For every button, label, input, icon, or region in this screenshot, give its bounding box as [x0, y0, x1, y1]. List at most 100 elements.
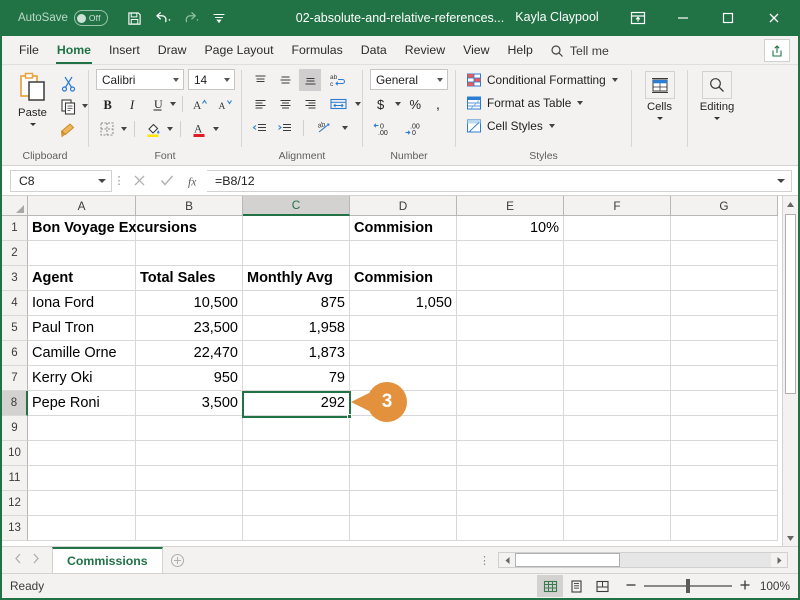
zoom-slider[interactable]	[644, 579, 732, 593]
wrap-text-icon[interactable]: ab c	[324, 69, 352, 91]
cell-d4[interactable]: 1,050	[350, 291, 457, 316]
cell-e12[interactable]	[457, 491, 564, 516]
cell-a7[interactable]: Kerry Oki	[28, 366, 136, 391]
copy-dropdown-caret[interactable]	[82, 104, 88, 108]
cell-e11[interactable]	[457, 466, 564, 491]
minimize-button[interactable]	[660, 0, 705, 36]
cell-c13[interactable]	[243, 516, 350, 541]
accounting-format-icon[interactable]: $	[370, 93, 392, 115]
autosave-toggle[interactable]: AutoSave Off	[18, 10, 108, 26]
cell-g8[interactable]	[671, 391, 778, 416]
cell-b9[interactable]	[136, 416, 243, 441]
zoom-out-icon[interactable]	[625, 579, 637, 594]
row-header-4[interactable]: 4	[2, 291, 28, 316]
formula-input[interactable]: =B8/12	[207, 169, 792, 192]
cell-c12[interactable]	[243, 491, 350, 516]
tab-data[interactable]: Data	[352, 37, 396, 64]
row-header-1[interactable]: 1	[2, 216, 28, 241]
format-as-table-caret[interactable]	[577, 100, 584, 105]
redo-icon[interactable]	[178, 6, 204, 30]
cell-g13[interactable]	[671, 516, 778, 541]
editing-button[interactable]: Editing	[691, 69, 743, 120]
cell-e10[interactable]	[457, 441, 564, 466]
horizontal-scroll-thumb[interactable]	[515, 553, 620, 567]
cell-d1[interactable]: Commision	[350, 216, 457, 241]
row-header-11[interactable]: 11	[2, 466, 28, 491]
orientation-dropdown-caret[interactable]	[342, 126, 348, 130]
cell-d12[interactable]	[350, 491, 457, 516]
cell-f2[interactable]	[564, 241, 671, 266]
undo-icon[interactable]	[150, 6, 176, 30]
copy-icon[interactable]	[57, 95, 79, 117]
column-header-g[interactable]: G	[671, 196, 778, 216]
page-break-view-icon[interactable]	[589, 575, 615, 597]
cell-a10[interactable]	[28, 441, 136, 466]
cell-g5[interactable]	[671, 316, 778, 341]
cell-a4[interactable]: Iona Ford	[28, 291, 136, 316]
name-box[interactable]: C8	[10, 169, 112, 192]
cell-c7[interactable]: 79	[243, 366, 350, 391]
cell-f1[interactable]	[564, 216, 671, 241]
conditional-formatting-button[interactable]: Conditional Formatting	[464, 69, 622, 90]
comma-style-icon[interactable]: ,	[429, 93, 451, 115]
cell-a6[interactable]: Camille Orne	[28, 341, 136, 366]
cell-g12[interactable]	[671, 491, 778, 516]
cell-styles-caret[interactable]	[548, 123, 555, 128]
share-button[interactable]	[764, 39, 790, 62]
cell-f12[interactable]	[564, 491, 671, 516]
cell-c9[interactable]	[243, 416, 350, 441]
horizontal-scrollbar[interactable]	[498, 552, 788, 568]
cell-f13[interactable]	[564, 516, 671, 541]
zoom-level[interactable]: 100%	[758, 579, 790, 593]
cell-e3[interactable]	[457, 266, 564, 291]
cell-g7[interactable]	[671, 366, 778, 391]
cell-g4[interactable]	[671, 291, 778, 316]
customize-qat-icon[interactable]	[206, 6, 232, 30]
underline-dropdown-caret[interactable]	[170, 102, 176, 106]
vertical-scroll-track[interactable]	[783, 212, 798, 530]
cell-c8[interactable]: 292	[243, 391, 350, 416]
cell-a9[interactable]	[28, 416, 136, 441]
cell-e2[interactable]	[457, 241, 564, 266]
row-header-5[interactable]: 5	[2, 316, 28, 341]
column-header-f[interactable]: F	[564, 196, 671, 216]
cell-e6[interactable]	[457, 341, 564, 366]
add-sheet-icon[interactable]	[163, 553, 193, 568]
tab-insert[interactable]: Insert	[100, 37, 149, 64]
font-size-combo[interactable]: 14	[188, 69, 235, 90]
tab-help[interactable]: Help	[499, 37, 542, 64]
cell-e5[interactable]	[457, 316, 564, 341]
cell-a12[interactable]	[28, 491, 136, 516]
decrease-font-icon[interactable]: A	[214, 93, 236, 115]
tab-page-layout[interactable]: Page Layout	[195, 37, 282, 64]
underline-icon[interactable]: U	[146, 93, 168, 115]
cell-g1[interactable]	[671, 216, 778, 241]
cell-b10[interactable]	[136, 441, 243, 466]
decrease-indent-icon[interactable]	[249, 117, 271, 139]
borders-icon[interactable]	[96, 118, 118, 140]
font-color-dropdown-caret[interactable]	[213, 127, 219, 131]
cell-f10[interactable]	[564, 441, 671, 466]
conditional-formatting-caret[interactable]	[611, 77, 618, 82]
select-all-button[interactable]	[2, 196, 28, 216]
cell-e9[interactable]	[457, 416, 564, 441]
enter-icon[interactable]	[153, 170, 180, 192]
cell-b13[interactable]	[136, 516, 243, 541]
cell-b12[interactable]	[136, 491, 243, 516]
paste-dropdown-caret[interactable]	[29, 123, 36, 126]
borders-dropdown-caret[interactable]	[121, 127, 127, 131]
cell-c4[interactable]: 875	[243, 291, 350, 316]
cells-dropdown-caret[interactable]	[656, 117, 663, 120]
scroll-right-button[interactable]	[771, 553, 787, 567]
zoom-slider-thumb[interactable]	[686, 579, 690, 593]
tab-draw[interactable]: Draw	[149, 37, 196, 64]
row-header-12[interactable]: 12	[2, 491, 28, 516]
cell-f8[interactable]	[564, 391, 671, 416]
cell-e1[interactable]: 10%	[457, 216, 564, 241]
editing-dropdown-caret[interactable]	[714, 117, 720, 120]
cell-d5[interactable]	[350, 316, 457, 341]
vertical-scroll-thumb[interactable]	[785, 214, 796, 394]
column-header-a[interactable]: A	[28, 196, 136, 216]
align-left-icon[interactable]	[249, 93, 271, 115]
sheet-tab-commissions[interactable]: Commissions	[52, 547, 163, 573]
